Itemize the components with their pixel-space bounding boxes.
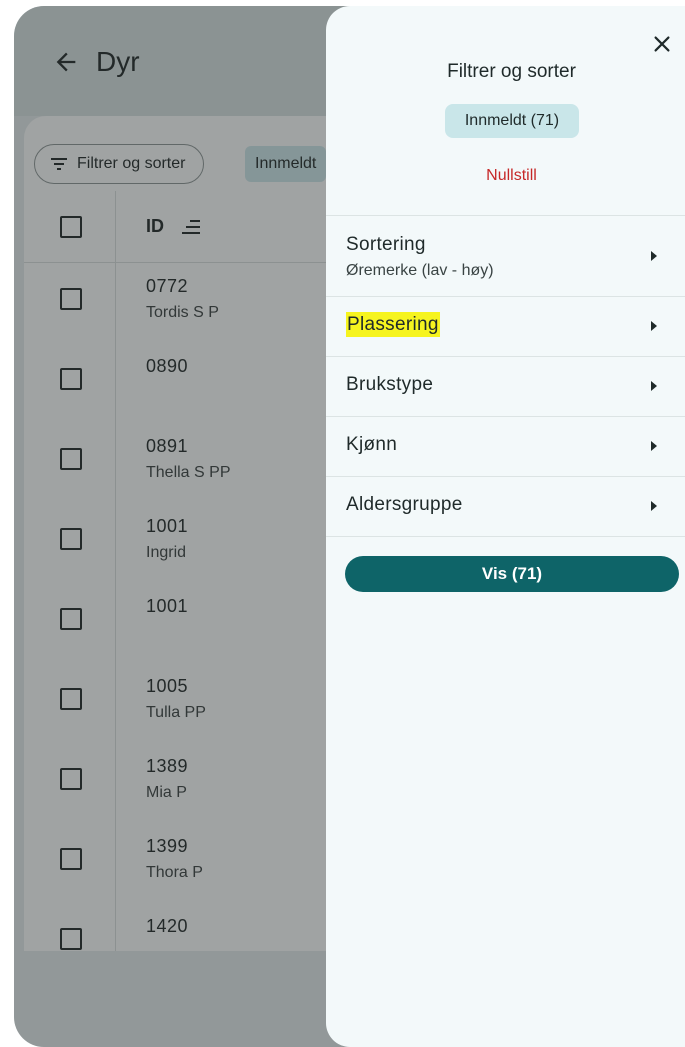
sheet-title: Filtrer og sorter xyxy=(447,61,576,82)
menu-item-sublabel: Øremerke (lav - høy) xyxy=(346,262,494,279)
menu-item-label: Aldersgruppe xyxy=(346,494,463,516)
active-filter-chip[interactable]: Innmeldt (71) xyxy=(445,104,579,138)
chevron-right-icon xyxy=(651,501,657,511)
menu-item-label: Sortering xyxy=(346,234,426,256)
menu-item-label-text: Aldersgruppe xyxy=(346,494,463,515)
menu-item-label-text: Plassering xyxy=(346,312,440,337)
menu-item-label: Brukstype xyxy=(346,374,433,396)
menu-item-label: Kjønn xyxy=(346,434,397,456)
menu-item-brukstype[interactable]: Brukstype xyxy=(326,356,685,416)
menu-item-label-text: Brukstype xyxy=(346,374,434,395)
menu-item-kj-nn[interactable]: Kjønn xyxy=(326,416,685,476)
chevron-right-icon xyxy=(651,381,657,391)
menu-item-label: Plassering xyxy=(346,312,440,337)
menu-divider xyxy=(326,536,685,537)
apply-button[interactable]: Vis (71) xyxy=(345,556,679,592)
chevron-right-icon xyxy=(651,251,657,261)
chevron-right-icon xyxy=(651,321,657,331)
menu-item-sortering[interactable]: Sortering Øremerke (lav - høy) xyxy=(326,216,685,296)
chevron-right-icon xyxy=(651,441,657,451)
filter-sort-sheet: Filtrer og sorter Innmeldt (71) Nullstil… xyxy=(326,6,685,1047)
menu-item-aldersgruppe[interactable]: Aldersgruppe xyxy=(326,476,685,536)
menu-item-plassering[interactable]: Plassering xyxy=(326,296,685,356)
close-icon[interactable] xyxy=(651,33,673,55)
reset-button[interactable]: Nullstill xyxy=(326,167,685,185)
menu-item-label-text: Kjønn xyxy=(346,434,398,455)
menu-item-label-text: Sortering xyxy=(346,234,426,255)
